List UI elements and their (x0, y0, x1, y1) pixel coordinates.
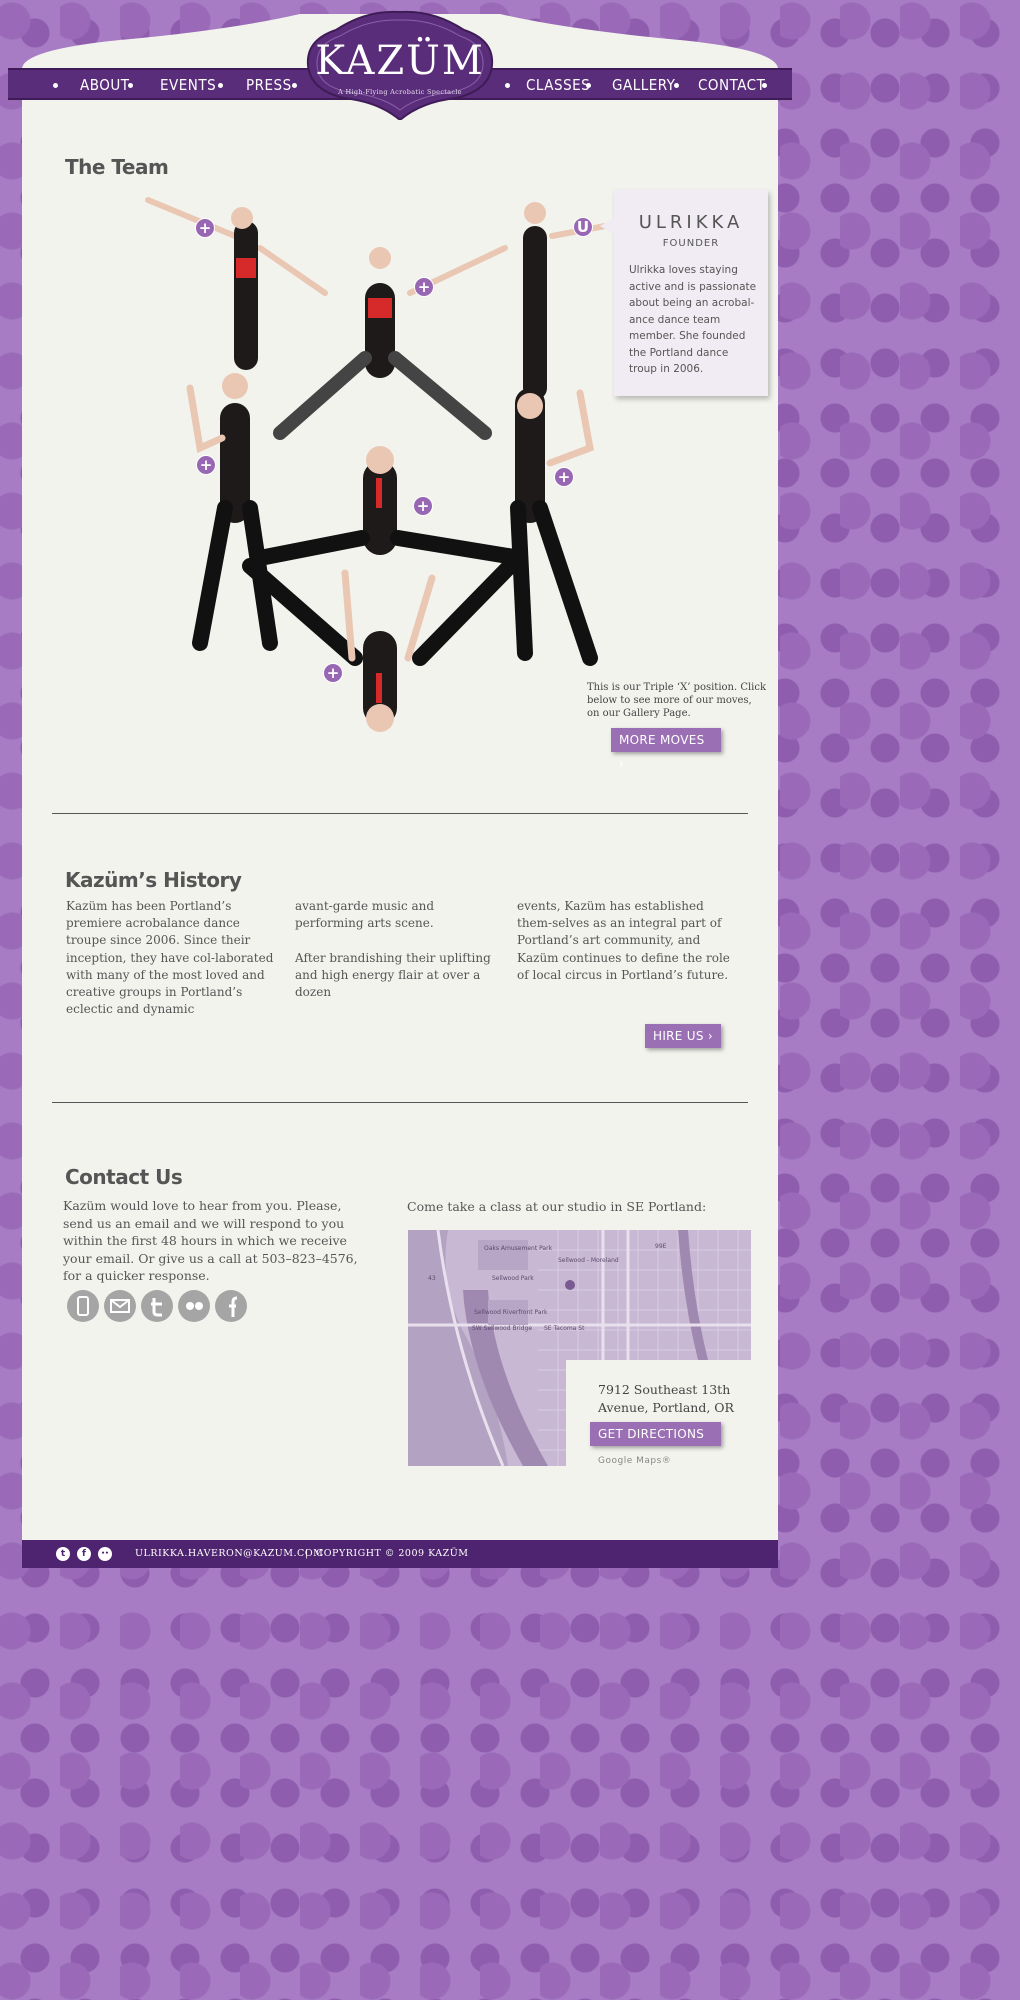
logo-tagline: A High-Flying Acrobatic Spectacle (338, 88, 462, 96)
nav-contact[interactable]: CONTACT (698, 76, 765, 94)
twitter-icon[interactable] (141, 1290, 173, 1322)
footer-email-link[interactable]: ULRIKKA.HAVERON@KAZUM.COM (135, 1548, 323, 1559)
history-col-2b: After brandishing their uplifting and hi… (295, 951, 491, 1000)
facebook-icon[interactable]: f (77, 1547, 91, 1561)
logo-badge[interactable]: KAZÜM A High-Flying Acrobatic Spectacle (306, 10, 494, 122)
section-divider (52, 813, 748, 814)
footer-separator: | (305, 1548, 309, 1559)
map-label: Oaks Amusement Park (484, 1245, 553, 1252)
bio-role: FOUNDER (662, 238, 720, 249)
member-plus-button[interactable]: + (414, 277, 434, 297)
history-heading: Kazüm’s History (65, 868, 242, 892)
member-plus-button[interactable]: + (323, 663, 343, 683)
hire-us-button[interactable]: HIRE US › (645, 1024, 721, 1048)
facebook-icon[interactable] (215, 1290, 247, 1322)
nav-dot (53, 83, 58, 88)
nav-about[interactable]: ABOUT (80, 76, 129, 94)
nav-dot (674, 83, 679, 88)
member-bio-card: ULRIKKA FOUNDER Ulrikka loves staying ac… (600, 190, 768, 396)
history-col-2a: avant-garde music and performing arts sc… (295, 899, 435, 931)
flickr-icon[interactable]: •• (98, 1547, 112, 1561)
nav-gallery[interactable]: GALLERY (612, 76, 675, 94)
contact-heading: Contact Us (65, 1165, 183, 1189)
footer: t f •• ULRIKKA.HAVERON@KAZUM.COM | COPYR… (22, 1540, 778, 1568)
history-col-1: Kazüm has been Portland’s premiere acrob… (66, 899, 274, 1017)
member-plus-button[interactable]: + (195, 218, 215, 238)
team-heading: The Team (65, 155, 169, 179)
bio-name: ULRIKKA (638, 212, 744, 233)
member-initial-button[interactable]: U (573, 217, 593, 237)
studio-address: 7912 Southeast 13th Avenue, Portland, OR (598, 1382, 734, 1415)
member-plus-button[interactable]: + (196, 455, 216, 475)
studio-text: Come take a class at our studio in SE Po… (407, 1199, 707, 1214)
map-label: 43 (428, 1275, 436, 1282)
flickr-icon[interactable] (178, 1290, 210, 1322)
bio-text: Ulrikka loves staying active and is pass… (629, 264, 757, 375)
nav-events[interactable]: EVENTS (160, 76, 216, 94)
nav-dot (128, 83, 133, 88)
history-col-3: events, Kazüm has established them-selve… (517, 899, 730, 982)
map-label: SE Tacoma St (544, 1325, 585, 1332)
member-plus-button[interactable]: + (554, 467, 574, 487)
twitter-icon[interactable]: t (56, 1547, 70, 1561)
nav-dot (762, 83, 767, 88)
map-label: SW Sellwood Bridge (472, 1325, 532, 1332)
nav-classes[interactable]: CLASSES (526, 76, 590, 94)
member-plus-button[interactable]: + (413, 496, 433, 516)
footer-copyright: COPYRIGHT © 2009 KAZÜM (316, 1548, 469, 1559)
map-label: 99E (655, 1243, 667, 1250)
nav-press[interactable]: PRESS (246, 76, 292, 94)
section-divider (52, 1102, 748, 1103)
google-maps-credit[interactable]: Google Maps® (598, 1456, 671, 1466)
more-moves-button[interactable]: MORE MOVES › (611, 728, 721, 771)
phone-icon[interactable] (67, 1290, 99, 1322)
nav-dot (292, 83, 297, 88)
map-label: Sellwood - Moreland (558, 1257, 619, 1264)
photo-caption: This is our Triple ‘X’ position. Click b… (587, 682, 767, 719)
map-label: Sellwood Park (492, 1275, 534, 1282)
contact-text: Kazüm would love to hear from you. Pleas… (63, 1198, 358, 1283)
nav-dot (218, 83, 223, 88)
get-directions-button[interactable]: GET DIRECTIONS › (590, 1422, 721, 1465)
logo-wordmark: KAZÜM (315, 38, 485, 84)
nav-dot (505, 83, 510, 88)
email-icon[interactable] (104, 1290, 136, 1322)
map-label: Sellwood Riverfront Park (474, 1309, 548, 1316)
nav-dot (586, 83, 591, 88)
